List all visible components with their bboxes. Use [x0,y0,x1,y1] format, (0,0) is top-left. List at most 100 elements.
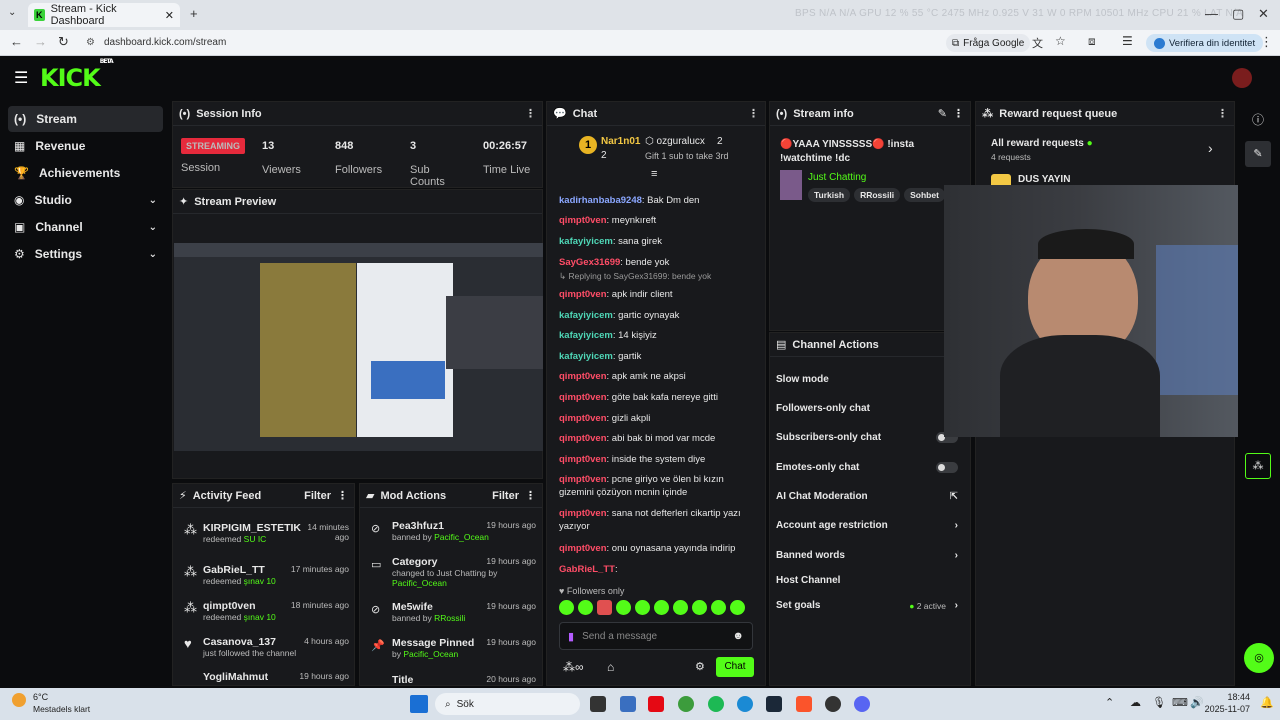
stream-category[interactable]: Just Chatting [808,172,866,183]
taskbar-search[interactable]: ⌕ Sök [435,693,580,715]
action-slow-mode[interactable]: Slow mode [776,374,966,385]
more-icon[interactable]: ⋮ [748,107,759,120]
chat-username[interactable]: kafayiyicem [559,351,613,362]
chat-username[interactable]: qimpt0ven [559,474,607,485]
emote[interactable] [730,600,745,615]
clock-date[interactable]: 2025-11-07 [1200,704,1250,714]
brave-icon[interactable] [796,696,812,712]
bookmark-star-icon[interactable]: ☆ [1055,34,1066,48]
ask-google-button[interactable]: ⧉ Fråga Google [946,34,1031,52]
chat-username[interactable]: qimpt0ven [559,543,607,554]
cloud-icon[interactable]: ☁ [1130,696,1141,709]
chat-message[interactable]: qimpt0ven: göte bak kafa nereye gitti [559,391,754,404]
chat-username[interactable]: qimpt0ven [559,433,607,444]
chat-username[interactable]: GabRieL_TT [559,564,615,575]
back-icon[interactable]: ← [10,34,23,49]
all-rewards-row[interactable]: All reward requests ● [991,138,1093,149]
chevron-right-icon[interactable]: › [1208,140,1213,156]
edit-pencil-icon[interactable]: ✎ [938,107,947,120]
reward-item-title[interactable]: DUS YAYIN [1018,174,1070,185]
filter-icon[interactable]: ≡ [651,168,657,180]
url-field[interactable]: dashboard.kick.com/stream [104,37,226,48]
more-icon[interactable]: ⋮ [337,489,348,502]
tab-close-icon[interactable]: ✕ [165,9,174,22]
chat-message[interactable]: kafayiyicem: sana girek [559,235,754,248]
more-icon[interactable]: ⋮ [525,489,536,502]
action-subscribers-only[interactable]: Subscribers-only chat [776,432,966,443]
chat-message[interactable]: kafayiyicem: gartic oynayak [559,309,754,322]
tag[interactable]: Sohbet [904,188,945,202]
clock-time[interactable]: 18:44 [1210,692,1250,702]
chat-message[interactable]: ↳ Replying to SayGex31699: bende yok [559,270,754,283]
extensions-icon[interactable]: ⧈ [1088,34,1096,49]
browser-tab[interactable]: K Stream - Kick Dashboard ✕ [28,3,180,27]
store-app-icon[interactable] [620,696,636,712]
tab-list-icon[interactable]: ⌄ [8,7,16,18]
chat-message[interactable]: SayGex31699: bende yok [559,256,754,269]
chat-message[interactable]: GabRieL_TT: [559,563,754,576]
chat-username[interactable]: kadirhanbaba9248 [559,195,642,206]
sidebar-item-revenue[interactable]: ▦ Revenue [8,133,163,159]
support-chat-icon[interactable]: ◎ [1244,643,1274,673]
chat-message[interactable]: qimpt0ven: abi bak bi mod var mcde [559,432,754,445]
more-icon[interactable]: ⋮ [1217,107,1228,120]
chat-message[interactable]: qimpt0ven: sana not defterleri cikartip … [559,507,754,533]
chat-message[interactable]: qimpt0ven: apk amk ne akpsi [559,370,754,383]
microphone-icon[interactable]: 🎙 [1152,696,1166,709]
window-close-icon[interactable]: ✕ [1258,6,1269,22]
emote[interactable] [578,600,593,615]
gift-sub-prompt[interactable]: Gift 1 sub to take 3rd [645,151,729,161]
discord-icon[interactable] [854,696,870,712]
emote[interactable] [692,600,707,615]
emote[interactable] [597,600,612,615]
chat-username[interactable]: qimpt0ven [559,413,607,424]
more-icon[interactable]: ⋮ [953,107,964,120]
profile-button[interactable]: Verifiera din identitet [1146,34,1264,52]
chat-username[interactable]: kafayiyicem [559,236,613,247]
chat-username[interactable]: qimpt0ven [559,215,607,226]
chat-message[interactable]: qimpt0ven: pcne giriyo ve ölen bi kızın … [559,473,754,499]
edge-icon[interactable] [737,696,753,712]
emote[interactable] [654,600,669,615]
points-icon[interactable]: ⁂∞ [563,660,584,674]
info-icon[interactable]: ⓘ [1252,111,1264,128]
reload-icon[interactable]: ↻ [58,34,69,50]
translate-icon[interactable]: 文 [1032,35,1043,51]
chat-message[interactable]: kafayiyicem: gartik [559,350,754,363]
sidebar-item-settings[interactable]: ⚙ Settings ⌄ [8,241,163,267]
weather-icon[interactable] [12,693,26,707]
tray-chevron-icon[interactable]: ⌃ [1105,696,1114,709]
mic-icon[interactable]: ▮ [568,630,574,643]
message-input[interactable]: ▮ Send a message ☻ [559,622,753,650]
emote[interactable] [616,600,631,615]
windows-start-icon[interactable] [410,695,428,713]
action-emotes-only[interactable]: Emotes-only chat [776,462,966,473]
emote[interactable] [673,600,688,615]
edit-layout-icon[interactable]: ✎ [1245,141,1271,167]
file-explorer-icon[interactable] [590,696,606,712]
chat-username[interactable]: qimpt0ven [559,371,607,382]
chat-message[interactable]: kafayiyicem: 14 kişiyiz [559,329,754,342]
emotes-only-toggle[interactable] [936,462,958,473]
kick-logo[interactable]: KICKBETA [40,58,114,92]
reading-list-icon[interactable]: ☰ [1122,34,1133,48]
maximize-icon[interactable]: ▢ [1232,6,1244,22]
netflix-icon[interactable] [648,696,664,712]
sidebar-item-studio[interactable]: ◉ Studio ⌄ [8,187,163,213]
site-info-icon[interactable]: ⚙ [86,37,95,48]
action-ai-moderation[interactable]: AI Chat Moderation ⇱ [776,491,966,502]
chat-username[interactable]: qimpt0ven [559,508,607,519]
chat-message[interactable]: qimpt0ven: onu oynasana yayında indirip [559,542,754,555]
action-host-channel[interactable]: Host Channel [776,575,966,586]
action-followers-only[interactable]: Followers-only chat [776,403,966,414]
network-icon[interactable]: ⌨ [1172,696,1188,709]
steam-icon[interactable] [766,696,782,712]
stream-video[interactable] [174,243,543,451]
chat-message[interactable]: qimpt0ven: inside the system diye [559,453,754,466]
user-avatar[interactable] [1232,68,1252,88]
store-icon[interactable]: ⌂ [607,660,614,674]
forward-icon[interactable]: → [34,34,47,49]
chrome-icon[interactable] [678,696,694,712]
notifications-icon[interactable]: 🔔 [1260,696,1274,709]
emote[interactable] [711,600,726,615]
